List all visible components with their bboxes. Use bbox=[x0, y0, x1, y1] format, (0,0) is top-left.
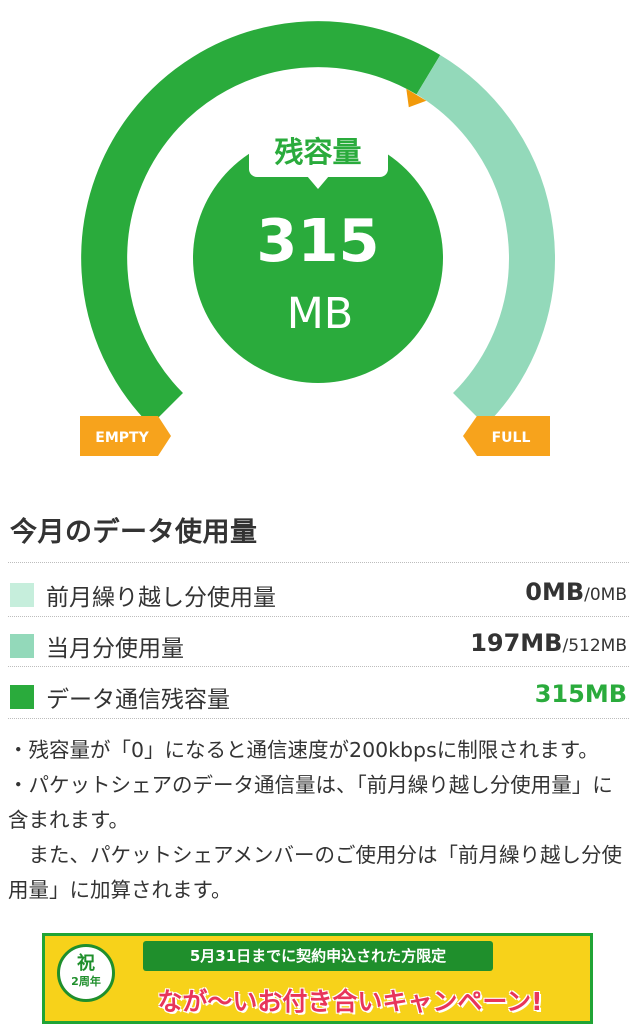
note-speed-limit: ・残容量が「0」になると通信速度が200kbpsに制限されます。 bbox=[8, 738, 599, 762]
remaining-unit: MB bbox=[287, 289, 354, 339]
note-share-members: また、パケットシェアメンバーのご使用分は「前月繰り越し分使用量」に加算されます。 bbox=[8, 843, 622, 902]
divider bbox=[8, 666, 629, 667]
carryover-label: 前月繰り越し分使用量 bbox=[46, 585, 276, 611]
current-month-swatch bbox=[10, 634, 34, 658]
divider bbox=[8, 616, 629, 617]
campaign-banner[interactable]: 祝 2周年 5月31日までに契約申込された方限定 なが〜いお付き合いキャンペーン… bbox=[42, 933, 593, 1024]
anniversary-seal: 祝 2周年 bbox=[57, 944, 115, 1002]
current-month-value: 197MB/512MB bbox=[470, 629, 627, 657]
note-packet-share: ・パケットシェアのデータ通信量は、「前月繰り越し分使用量」に含まれます。 bbox=[8, 773, 613, 832]
usage-row-current-month: 当月分使用量 197MB/512MB bbox=[0, 626, 637, 666]
campaign-ribbon: 5月31日までに契約申込された方限定 bbox=[143, 941, 493, 971]
divider bbox=[8, 562, 629, 563]
usage-section-title: 今月のデータ使用量 bbox=[10, 517, 258, 548]
campaign-headline: なが〜いお付き合いキャンペーン! bbox=[157, 987, 543, 1016]
carryover-value: 0MB/0MB bbox=[525, 578, 627, 606]
remaining-value: 315 bbox=[256, 206, 379, 275]
usage-row-remaining: データ通信残容量 315MB bbox=[0, 677, 637, 717]
usage-row-carryover: 前月繰り越し分使用量 0MB/0MB bbox=[0, 575, 637, 615]
data-gauge: 残容量 315 MB EMPTY FULL bbox=[80, 21, 555, 456]
empty-badge: EMPTY bbox=[80, 416, 171, 456]
remaining-row-label: データ通信残容量 bbox=[46, 687, 230, 713]
current-month-label: 当月分使用量 bbox=[46, 636, 184, 662]
divider bbox=[8, 718, 629, 719]
full-label: FULL bbox=[492, 430, 531, 446]
remaining-row-value: 315MB bbox=[534, 680, 627, 708]
used-arc bbox=[416, 55, 555, 426]
remaining-label: 残容量 bbox=[274, 135, 361, 169]
carryover-swatch bbox=[10, 583, 34, 607]
full-badge: FULL bbox=[463, 416, 550, 456]
usage-notes: ・残容量が「0」になると通信速度が200kbpsに制限されます。 ・パケットシェ… bbox=[8, 733, 628, 908]
empty-label: EMPTY bbox=[95, 430, 149, 446]
remaining-swatch bbox=[10, 685, 34, 709]
